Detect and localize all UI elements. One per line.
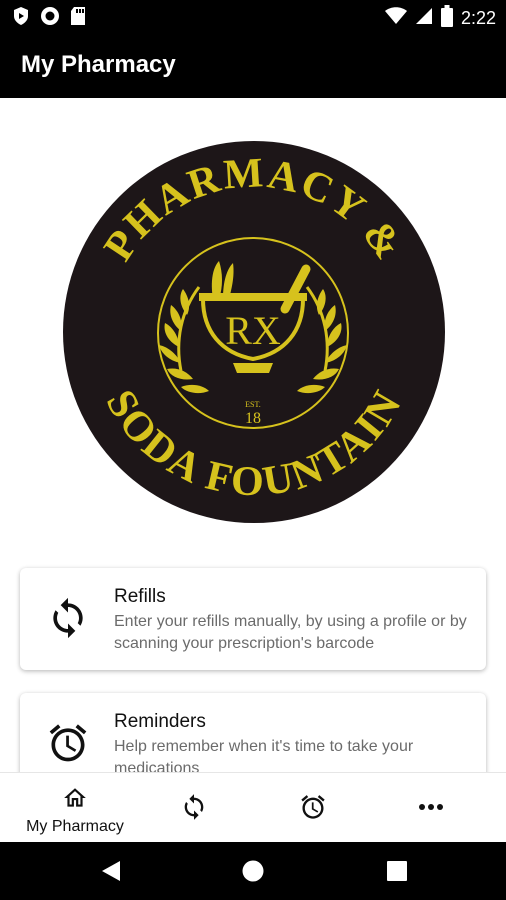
refresh-icon (46, 596, 90, 640)
status-bar: 2:22 (0, 0, 506, 32)
home-icon (10, 785, 140, 816)
nav-item-my-pharmacy[interactable]: My Pharmacy (10, 773, 140, 843)
battery-icon (440, 5, 453, 32)
system-nav-bar (0, 842, 506, 900)
refills-card[interactable]: Refills Enter your refills manually, by … (20, 568, 486, 670)
logo-est-text: EST. (245, 400, 261, 409)
nav-item-more[interactable] (401, 773, 461, 843)
status-time: 2:22 (460, 8, 496, 28)
alarm-clock-icon (283, 793, 343, 826)
more-icon (401, 795, 461, 824)
main-content[interactable]: PHARMACY & SODA FOUNTAIN RX EST. 18 Refi… (0, 98, 506, 772)
refresh-icon (164, 793, 224, 826)
back-icon[interactable] (101, 860, 121, 887)
reminders-card[interactable]: Reminders Help remember when it's time t… (20, 693, 486, 772)
nav-item-reminders[interactable] (283, 773, 343, 843)
pharmacy-logo: PHARMACY & SODA FOUNTAIN RX EST. 18 (63, 141, 445, 523)
wifi-icon (384, 6, 407, 31)
refills-description: Enter your refills manually, by using a … (114, 613, 467, 652)
page-title: My Pharmacy (21, 51, 176, 78)
refills-title: Refills (114, 586, 166, 607)
alarm-clock-icon (46, 721, 90, 765)
circle-record-icon (40, 6, 60, 31)
nav-item-refills[interactable] (164, 773, 224, 843)
logo-center-text: RX (225, 308, 281, 353)
nav-label-my-pharmacy: My Pharmacy (26, 818, 124, 835)
sd-card-icon (70, 6, 86, 31)
reminders-description: Help remember when it's time to take you… (114, 738, 414, 772)
app-bar: My Pharmacy (0, 32, 506, 98)
bottom-nav: My Pharmacy (0, 772, 506, 843)
home-circle-icon[interactable] (242, 860, 264, 887)
recents-icon[interactable] (387, 861, 407, 886)
cell-signal-icon (415, 6, 433, 31)
shield-play-icon (12, 6, 30, 31)
logo-year-text: 18 (245, 410, 261, 427)
reminders-title: Reminders (114, 711, 206, 732)
